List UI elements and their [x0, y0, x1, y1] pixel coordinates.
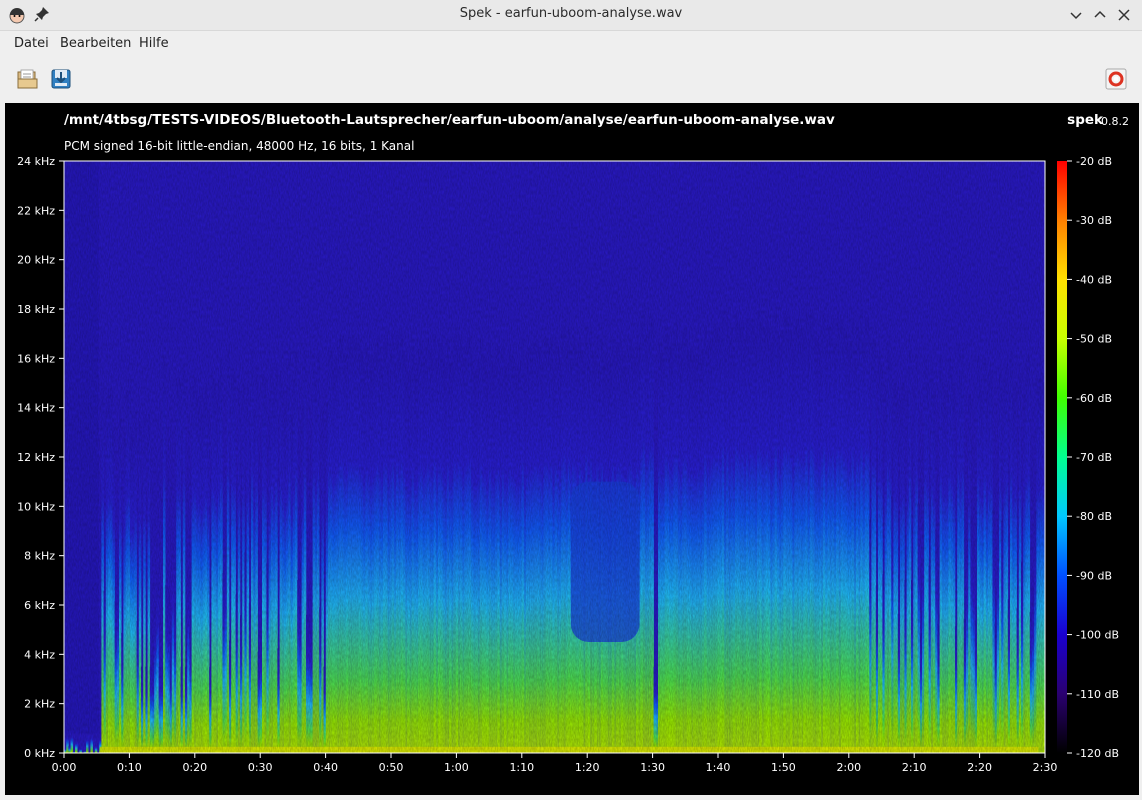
y-tick-label: 24 kHz [17, 155, 55, 168]
window-titlebar: Spek - earfun-uboom-analyse.wav [0, 0, 1142, 31]
lifebuoy-icon[interactable] [1104, 67, 1128, 91]
y-tick-label: 12 kHz [17, 451, 55, 464]
maximize-button[interactable] [1091, 6, 1109, 24]
x-tick-label: 1:20 [575, 761, 600, 774]
x-tick-label: 1:50 [771, 761, 796, 774]
y-tick-label: 6 kHz [24, 599, 55, 612]
spectrogram-chart: 0 kHz 2 kHz 4 kHz 6 kHz 8 kHz 10 kHz 12 kHz 14 … [17, 155, 1119, 774]
colorbar-tick-label: -20 dB [1076, 155, 1112, 168]
x-tick-label: 1:00 [444, 761, 469, 774]
save-icon[interactable] [49, 67, 73, 91]
y-tick-label: 16 kHz [17, 352, 55, 365]
folder-open-icon[interactable] [15, 67, 39, 91]
noise-texture [64, 161, 1045, 753]
x-tick-label: 1:30 [640, 761, 665, 774]
x-tick-label: 0:00 [52, 761, 77, 774]
window-title: Spek - earfun-uboom-analyse.wav [459, 6, 683, 21]
y-tick-label: 0 kHz [24, 747, 55, 760]
colorbar-tick-label: -40 dB [1076, 273, 1112, 286]
x-tick-label: 2:00 [836, 761, 861, 774]
y-tick-label: 4 kHz [24, 648, 55, 661]
toolbar [0, 58, 1142, 100]
menu-bearbeiten[interactable]: Bearbeiten [60, 36, 131, 51]
colorbar-tick-label: -30 dB [1076, 214, 1112, 227]
menu-hilfe[interactable]: Hilfe [139, 36, 169, 51]
x-tick-label: 2:20 [967, 761, 992, 774]
y-tick-label: 14 kHz [17, 402, 55, 415]
x-tick-label: 0:10 [117, 761, 142, 774]
minimize-button[interactable] [1067, 6, 1085, 24]
y-tick-label: 2 kHz [24, 698, 55, 711]
x-tick-label: 1:10 [509, 761, 534, 774]
menu-bar: Datei Bearbeiten Hilfe [0, 31, 1142, 57]
x-tick-label: 2:30 [1033, 761, 1058, 774]
x-tick-label: 0:30 [248, 761, 273, 774]
colorbar-tick-label: -60 dB [1076, 392, 1112, 405]
colorbar-tick-label: -80 dB [1076, 510, 1112, 523]
colorbar-tick-label: -50 dB [1076, 333, 1112, 346]
y-tick-label: 20 kHz [17, 254, 55, 267]
colorbar-tick-label: -120 dB [1076, 747, 1119, 760]
y-tick-label: 8 kHz [24, 550, 55, 563]
colorbar [1057, 161, 1067, 753]
menu-datei[interactable]: Datei [14, 36, 49, 51]
colorbar-tick-label: -110 dB [1076, 688, 1119, 701]
x-tick-label: 1:40 [706, 761, 731, 774]
spectrogram-panel: /mnt/4tbsg/TESTS-VIDEOS/Bluetooth-Lautsp… [5, 103, 1139, 795]
y-tick-label: 22 kHz [17, 204, 55, 217]
x-tick-label: 2:10 [902, 761, 927, 774]
colorbar-tick-label: -90 dB [1076, 569, 1112, 582]
colorbar-tick-label: -100 dB [1076, 629, 1119, 642]
colorbar-tick-label: -70 dB [1076, 451, 1112, 464]
y-tick-label: 10 kHz [17, 500, 55, 513]
x-tick-label: 0:50 [379, 761, 404, 774]
x-tick-label: 0:40 [313, 761, 338, 774]
x-tick-label: 0:20 [182, 761, 207, 774]
close-button[interactable] [1115, 6, 1133, 24]
y-tick-label: 18 kHz [17, 303, 55, 316]
